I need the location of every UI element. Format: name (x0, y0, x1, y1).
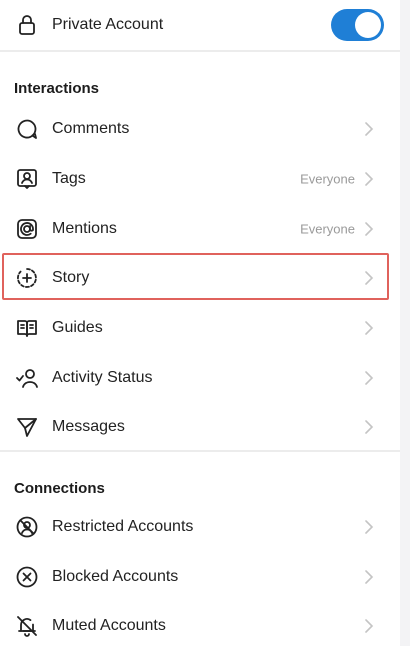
tags-row[interactable]: Tags Everyone (0, 154, 400, 204)
chevron-right-icon (364, 520, 374, 534)
tags-value: Everyone (300, 171, 355, 187)
messages-row[interactable]: Messages (0, 402, 400, 452)
activity-status-row[interactable]: Activity Status (0, 353, 400, 403)
chevron-right-icon (364, 222, 374, 236)
blocked-icon (14, 564, 40, 590)
guides-label: Guides (52, 319, 103, 336)
private-account-row[interactable]: Private Account (0, 0, 400, 50)
lock-icon (14, 12, 40, 38)
comments-row[interactable]: Comments (0, 104, 400, 154)
muted-accounts-row[interactable]: Muted Accounts (0, 601, 400, 646)
chevron-right-icon (364, 172, 374, 186)
muted-accounts-label: Muted Accounts (52, 617, 166, 634)
chevron-right-icon (364, 420, 374, 434)
restricted-accounts-row[interactable]: Restricted Accounts (0, 502, 400, 552)
mentions-label: Mentions (52, 220, 117, 237)
section-title-connections: Connections (14, 480, 105, 497)
tag-person-icon (14, 166, 40, 192)
section-title-interactions: Interactions (14, 80, 100, 97)
toggle-knob (355, 12, 381, 38)
tags-label: Tags (52, 170, 86, 187)
activity-status-label: Activity Status (52, 369, 153, 386)
at-sign-icon (14, 216, 40, 242)
chevron-right-icon (364, 321, 374, 335)
activity-status-icon (14, 365, 40, 391)
comment-icon (14, 116, 40, 142)
restricted-icon (14, 514, 40, 540)
mentions-row[interactable]: Mentions Everyone (0, 204, 400, 254)
private-account-toggle[interactable] (331, 9, 384, 41)
section-header-connections: Connections (0, 452, 400, 507)
restricted-accounts-label: Restricted Accounts (52, 518, 194, 535)
blocked-accounts-label: Blocked Accounts (52, 568, 179, 585)
chevron-right-icon (364, 619, 374, 633)
section-header-interactions: Interactions (0, 52, 400, 107)
story-highlight-box (2, 253, 389, 300)
chevron-right-icon (364, 570, 374, 584)
mentions-value: Everyone (300, 221, 355, 237)
privacy-settings-screen: Private Account Interactions Comments Ta… (0, 0, 410, 646)
messages-label: Messages (52, 418, 125, 435)
muted-icon (14, 613, 40, 639)
private-account-label: Private Account (52, 16, 164, 33)
chevron-right-icon (364, 122, 374, 136)
chevron-right-icon (364, 371, 374, 385)
guides-row[interactable]: Guides (0, 303, 400, 353)
blocked-accounts-row[interactable]: Blocked Accounts (0, 552, 400, 602)
send-icon (14, 414, 40, 440)
comments-label: Comments (52, 120, 130, 137)
guides-icon (14, 315, 40, 341)
